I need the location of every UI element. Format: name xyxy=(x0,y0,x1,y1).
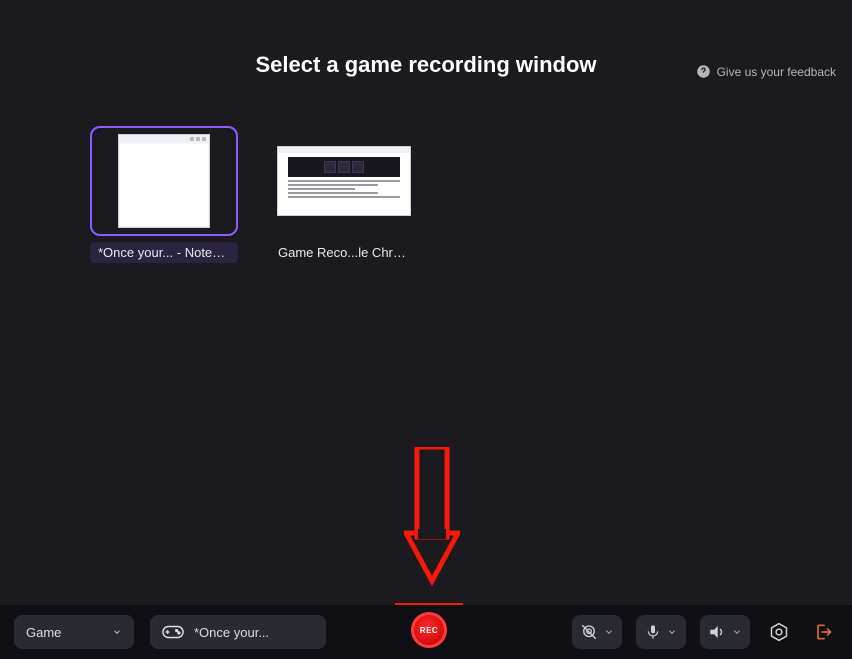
chevron-down-icon xyxy=(667,627,677,637)
mode-dropdown[interactable]: Game xyxy=(14,615,134,649)
record-button[interactable]: REC xyxy=(411,612,447,648)
chevron-down-icon xyxy=(112,627,122,637)
chrome-preview xyxy=(277,146,411,216)
settings-hex-icon xyxy=(769,622,789,642)
window-thumbnail-list: *Once your... - Notepad Game Reco...le C… xyxy=(90,126,852,263)
mode-label: Game xyxy=(26,625,61,640)
webcam-dropdown[interactable] xyxy=(572,615,622,649)
thumb-preview xyxy=(90,126,238,236)
captured-window-button[interactable]: *Once your... xyxy=(150,615,326,649)
exit-icon xyxy=(813,622,833,642)
webcam-off-icon xyxy=(580,623,598,641)
exit-button[interactable] xyxy=(808,617,838,647)
notepad-preview xyxy=(118,134,210,228)
mic-icon xyxy=(645,623,661,641)
right-controls xyxy=(572,615,838,649)
gamepad-icon xyxy=(162,624,184,640)
chevron-down-icon xyxy=(732,627,742,637)
feedback-link[interactable]: Give us your feedback xyxy=(696,64,836,79)
mic-dropdown[interactable] xyxy=(636,615,686,649)
thumb-label: *Once your... - Notepad xyxy=(90,242,238,263)
annotation-arrow-icon xyxy=(404,447,460,587)
window-thumb-notepad[interactable]: *Once your... - Notepad xyxy=(90,126,238,263)
help-circle-icon xyxy=(696,64,711,79)
feedback-label: Give us your feedback xyxy=(717,65,836,79)
thumb-label: Game Reco...le Chrome xyxy=(270,242,418,263)
settings-button[interactable] xyxy=(764,617,794,647)
record-label: REC xyxy=(420,626,438,635)
captured-window-label: *Once your... xyxy=(194,625,269,640)
speaker-dropdown[interactable] xyxy=(700,615,750,649)
speaker-icon xyxy=(708,623,726,641)
chevron-down-icon xyxy=(604,627,614,637)
window-thumb-chrome[interactable]: Game Reco...le Chrome xyxy=(270,126,418,263)
thumb-preview xyxy=(270,126,418,236)
